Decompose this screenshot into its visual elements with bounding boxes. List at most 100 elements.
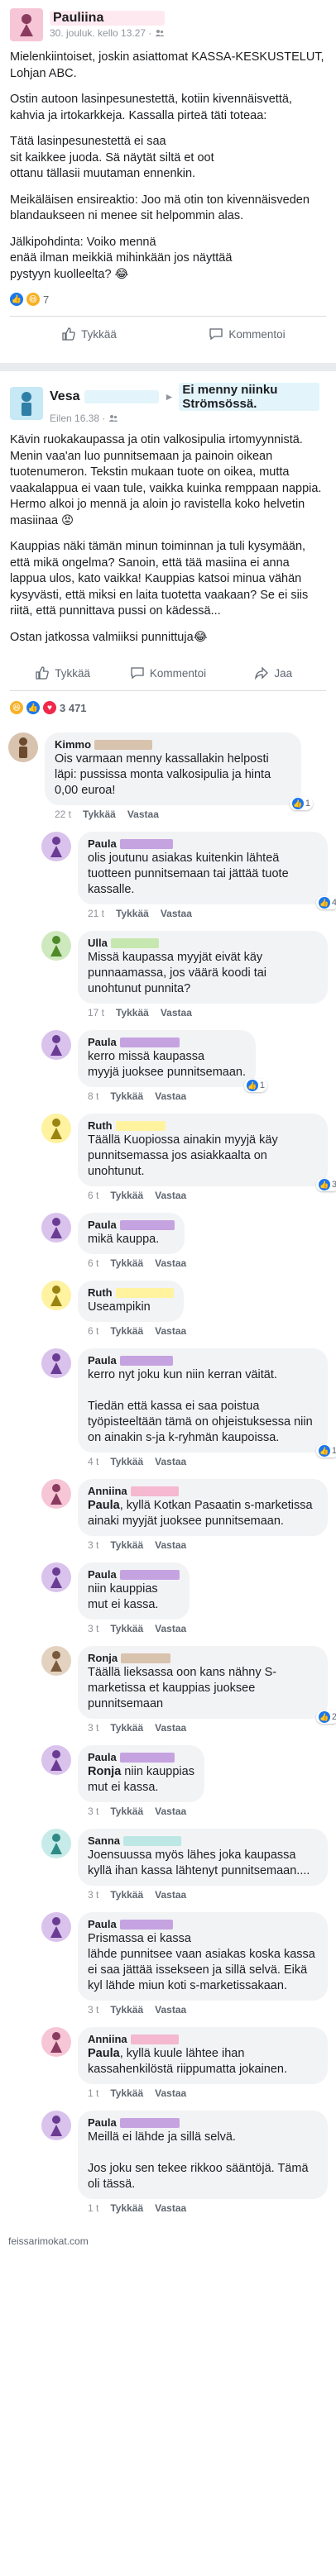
comment-author[interactable]: Ruth	[88, 1286, 113, 1299]
comment-like-button[interactable]: Tykkää	[116, 1007, 149, 1018]
mention-link[interactable]: Paula	[88, 1499, 120, 1512]
mention-link[interactable]: Ronja	[88, 1765, 121, 1778]
avatar[interactable]	[41, 1745, 71, 1775]
comment-time[interactable]: 1 t	[88, 2202, 98, 2214]
avatar[interactable]	[41, 2027, 71, 2057]
comment-time[interactable]: 6 t	[88, 1190, 98, 1201]
comment-author[interactable]: Paula	[88, 1219, 117, 1231]
comment-like-button[interactable]: Tykkää	[110, 1889, 143, 1901]
comment-time[interactable]: 3 t	[88, 2004, 98, 2015]
comment-like-button[interactable]: Tykkää	[110, 1806, 143, 1817]
mention-link[interactable]: Paula	[88, 2047, 120, 2060]
comment-like-button[interactable]: Tykkää	[110, 1456, 143, 1467]
avatar[interactable]	[10, 8, 43, 41]
comment-author[interactable]: Paula	[88, 1918, 117, 1930]
comment-time[interactable]: 6 t	[88, 1257, 98, 1269]
like-button[interactable]: Tykkää	[10, 317, 168, 351]
comment-reply-button[interactable]: Vastaa	[155, 1539, 186, 1551]
post-target-group[interactable]: Ei menny niinku Strömsössä.	[179, 383, 320, 411]
post-author[interactable]: Vesa	[50, 389, 79, 404]
avatar[interactable]	[41, 832, 71, 861]
comment-author[interactable]: Ruth	[88, 1119, 113, 1132]
avatar[interactable]	[41, 1479, 71, 1509]
comment-reply-button[interactable]: Vastaa	[155, 1806, 186, 1817]
comment-reply-button[interactable]: Vastaa	[155, 1190, 186, 1201]
avatar[interactable]	[41, 1912, 71, 1942]
comment-reply-button[interactable]: Vastaa	[127, 809, 159, 820]
avatar[interactable]	[41, 1348, 71, 1378]
comment-author[interactable]: Ronja	[88, 1652, 118, 1664]
comment-time[interactable]: 1 t	[88, 2087, 98, 2099]
comment-reply-button[interactable]: Vastaa	[161, 908, 192, 919]
comment-time[interactable]: 8 t	[88, 1090, 98, 1102]
comment-author[interactable]: Paula	[88, 1354, 117, 1367]
comment-button[interactable]: Kommentoi	[115, 656, 220, 690]
avatar[interactable]	[41, 1213, 71, 1243]
reaction-summary[interactable]: 👍 😆 7	[10, 293, 326, 312]
comment-author[interactable]: Anniina	[88, 2033, 127, 2045]
avatar[interactable]	[41, 1829, 71, 1858]
comment-like-button[interactable]: Tykkää	[110, 1722, 143, 1734]
comment-reply-button[interactable]: Vastaa	[155, 1889, 186, 1901]
comment-author[interactable]: Kimmo	[55, 738, 91, 751]
comment-author[interactable]: Paula	[88, 1036, 117, 1048]
avatar[interactable]	[41, 1114, 71, 1143]
reaction-summary[interactable]: 😆 👍 ♥ 3 471	[10, 693, 326, 721]
comment-like-button[interactable]: Tykkää	[110, 2087, 143, 2099]
comment-time[interactable]: 3 t	[88, 1722, 98, 1734]
comment-like-button[interactable]: Tykkää	[110, 1325, 143, 1337]
comment-time[interactable]: 3 t	[88, 1539, 98, 1551]
avatar[interactable]	[41, 1646, 71, 1676]
comment-reaction-badge[interactable]: 👍 3	[315, 1178, 336, 1191]
comment-like-button[interactable]: Tykkää	[83, 809, 116, 820]
avatar[interactable]	[10, 387, 43, 420]
comment-like-button[interactable]: Tykkää	[110, 2202, 143, 2214]
comment-reaction-badge[interactable]: 👍 4	[315, 896, 336, 909]
comment-reply-button[interactable]: Vastaa	[155, 2202, 186, 2214]
comment-reply-button[interactable]: Vastaa	[161, 1007, 192, 1018]
comment-reply-button[interactable]: Vastaa	[155, 1456, 186, 1467]
comment-like-button[interactable]: Tykkää	[110, 1090, 143, 1102]
comment-time[interactable]: 3 t	[88, 1623, 98, 1634]
comment-author[interactable]: Ulla	[88, 937, 108, 949]
comment-button[interactable]: Kommentoi	[168, 317, 326, 351]
comment-reply-button[interactable]: Vastaa	[155, 2004, 186, 2015]
avatar[interactable]	[41, 1281, 71, 1310]
avatar[interactable]	[41, 931, 71, 961]
comment-author[interactable]: Paula	[88, 1568, 117, 1581]
comment-reaction-badge[interactable]: 👍 2	[315, 1710, 336, 1724]
comment-reaction-badge[interactable]: 👍 1	[243, 1079, 268, 1092]
comment-reply-button[interactable]: Vastaa	[155, 1623, 186, 1634]
comment-time[interactable]: 4 t	[88, 1456, 98, 1467]
comment-time[interactable]: 21 t	[88, 908, 104, 919]
avatar[interactable]	[41, 2111, 71, 2140]
comment-author[interactable]: Paula	[88, 1751, 117, 1763]
comment-time[interactable]: 22 t	[55, 809, 71, 820]
avatar[interactable]	[41, 1030, 71, 1060]
comment-like-button[interactable]: Tykkää	[110, 1539, 143, 1551]
comment-time[interactable]: 3 t	[88, 1806, 98, 1817]
comment-like-button[interactable]: Tykkää	[110, 1623, 143, 1634]
avatar[interactable]	[8, 732, 38, 762]
like-button[interactable]: Tykkää	[10, 656, 115, 690]
comment-like-button[interactable]: Tykkää	[110, 1190, 143, 1201]
post-author[interactable]: Pauliina	[50, 11, 166, 26]
comment-reply-button[interactable]: Vastaa	[155, 1257, 186, 1269]
comment-author[interactable]: Paula	[88, 2116, 117, 2129]
comment-time[interactable]: 6 t	[88, 1325, 98, 1337]
comment-author[interactable]: Paula	[88, 837, 117, 850]
comment-reply-button[interactable]: Vastaa	[155, 1090, 186, 1102]
comment-author[interactable]: Sanna	[88, 1834, 120, 1847]
comment-reply-button[interactable]: Vastaa	[155, 2087, 186, 2099]
comment-like-button[interactable]: Tykkää	[116, 908, 149, 919]
avatar[interactable]	[41, 1562, 71, 1592]
comment-time[interactable]: 17 t	[88, 1007, 104, 1018]
comment-reaction-badge[interactable]: 👍 1	[289, 797, 313, 810]
comment-like-button[interactable]: Tykkää	[110, 2004, 143, 2015]
comment-reaction-badge[interactable]: 👍 1	[315, 1444, 336, 1457]
comment-like-button[interactable]: Tykkää	[110, 1257, 143, 1269]
comment-reply-button[interactable]: Vastaa	[155, 1325, 186, 1337]
comment-reply-button[interactable]: Vastaa	[155, 1722, 186, 1734]
share-button[interactable]: Jaa	[221, 656, 326, 690]
comment-time[interactable]: 3 t	[88, 1889, 98, 1901]
